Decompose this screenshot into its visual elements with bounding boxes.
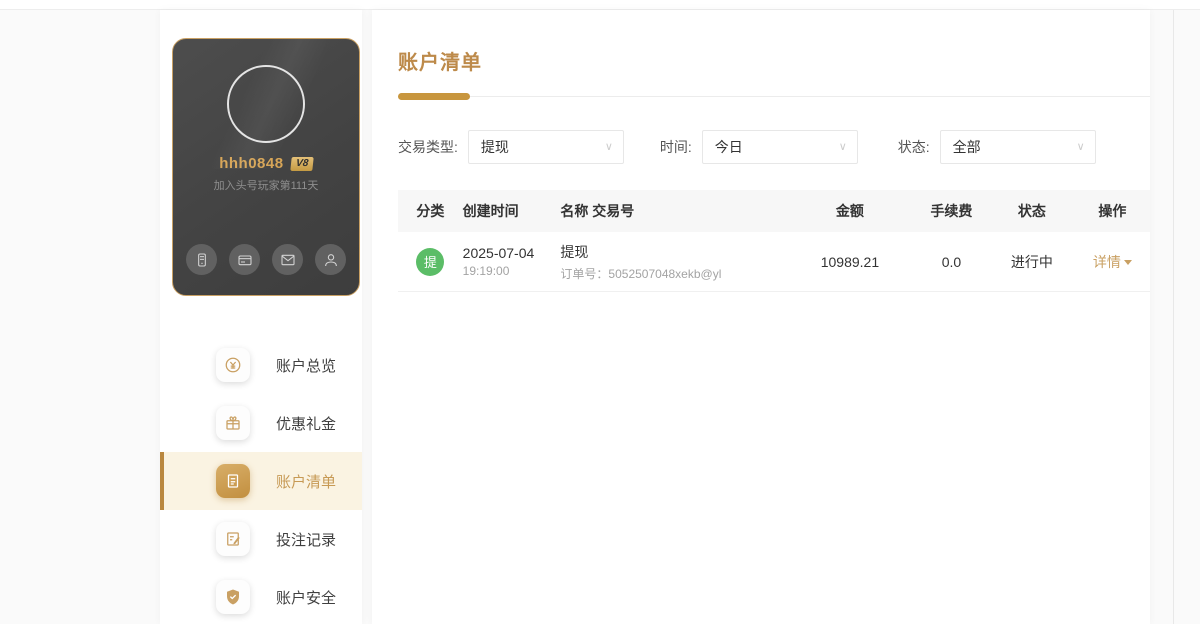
- row-time: 19:19:00: [462, 264, 510, 278]
- row-amount: 10989.21: [820, 253, 880, 270]
- category-badge: 提: [416, 247, 445, 276]
- bank-card-icon[interactable]: [229, 244, 260, 275]
- status-label: 状态:: [897, 139, 930, 155]
- join-days-text: 加入头号玩家第111天: [213, 180, 319, 192]
- details-link[interactable]: 详情: [1093, 254, 1132, 270]
- document-icon: [216, 464, 250, 498]
- user-icon[interactable]: [315, 244, 346, 275]
- row-order-no: 订单号：5052507048xekb@yl: [560, 266, 722, 281]
- top-bar: [0, 0, 1200, 10]
- table-header: 分类 创建时间 名称 交易号 金额 手续费 状态 操作: [398, 190, 1150, 232]
- gift-icon: [216, 406, 250, 440]
- transaction-type-select[interactable]: 提现 ∨: [467, 130, 624, 164]
- sidebar-item-label: 账户总览: [276, 357, 337, 375]
- coin-icon: [216, 348, 250, 382]
- shield-icon: [216, 580, 250, 614]
- mail-icon[interactable]: [272, 244, 303, 275]
- row-date: 2025-07-04: [462, 245, 535, 261]
- main-panel: 账户清单 交易类型: 提现 ∨ 时间: 今日 ∨ 状态: 全部 ∨ 分类 创建时…: [372, 10, 1150, 624]
- chevron-down-icon: ∨: [1076, 141, 1085, 153]
- table-row: 提 2025-07-04 19:19:00 提现 订单号：5052507048x…: [398, 232, 1150, 292]
- sidebar-item-bet-records[interactable]: 投注记录: [160, 510, 362, 568]
- sidebar-item-label: 投注记录: [276, 531, 337, 549]
- col-fee: 手续费: [930, 203, 973, 219]
- col-amount: 金额: [835, 203, 864, 219]
- col-name-txn: 名称 交易号: [560, 203, 635, 219]
- wallet-icon[interactable]: [186, 244, 217, 275]
- status-select[interactable]: 全部 ∨: [939, 130, 1096, 164]
- time-select[interactable]: 今日 ∨: [701, 130, 858, 164]
- sidebar-item-bonus[interactable]: 优惠礼金: [160, 394, 362, 452]
- sidebar-item-account-statement[interactable]: 账户清单: [160, 452, 362, 510]
- col-category: 分类: [416, 203, 445, 219]
- transactions-table: 分类 创建时间 名称 交易号 金额 手续费 状态 操作 提 2025-07-04…: [398, 190, 1150, 292]
- time-value: 今日: [714, 139, 743, 155]
- record-icon: [216, 522, 250, 556]
- profile-card: hhh0848 V8 加入头号玩家第111天: [172, 38, 360, 296]
- sidebar-item-label: 账户清单: [276, 473, 337, 491]
- details-label: 详情: [1092, 253, 1121, 270]
- sidebar-item-account-overview[interactable]: 账户总览: [160, 336, 362, 394]
- title-underline: [398, 93, 470, 100]
- col-created-time: 创建时间: [462, 203, 519, 219]
- right-divider: [1173, 10, 1174, 624]
- sidebar-item-account-security[interactable]: 账户安全: [160, 568, 362, 624]
- panel-header: 账户清单: [398, 10, 1150, 100]
- chevron-down-icon: ∨: [838, 141, 847, 153]
- sidebar-item-label: 优惠礼金: [276, 415, 337, 433]
- transaction-type-value: 提现: [480, 139, 509, 155]
- filter-row: 交易类型: 提现 ∨ 时间: 今日 ∨ 状态: 全部 ∨: [398, 130, 1150, 164]
- row-status: 进行中: [1010, 253, 1053, 270]
- transaction-type-label: 交易类型:: [398, 139, 458, 155]
- sidebar-item-label: 账户安全: [276, 589, 337, 607]
- col-action: 操作: [1098, 203, 1127, 219]
- avatar[interactable]: [227, 65, 305, 143]
- row-name: 提现: [560, 243, 589, 260]
- time-label: 时间:: [659, 139, 692, 155]
- caret-down-icon: [1123, 260, 1132, 266]
- sidebar: hhh0848 V8 加入头号玩家第111天 账户总览 优惠礼金 账户清单 投注…: [160, 10, 362, 624]
- status-value: 全部: [952, 139, 981, 155]
- sidebar-menu: 账户总览 优惠礼金 账户清单 投注记录 账户安全: [160, 336, 362, 624]
- col-status: 状态: [1017, 203, 1046, 219]
- row-fee: 0.0: [941, 253, 962, 270]
- username: hhh0848: [219, 155, 284, 172]
- vip-level-badge: V8: [289, 156, 314, 171]
- chevron-down-icon: ∨: [604, 141, 613, 153]
- page-title: 账户清单: [398, 52, 482, 74]
